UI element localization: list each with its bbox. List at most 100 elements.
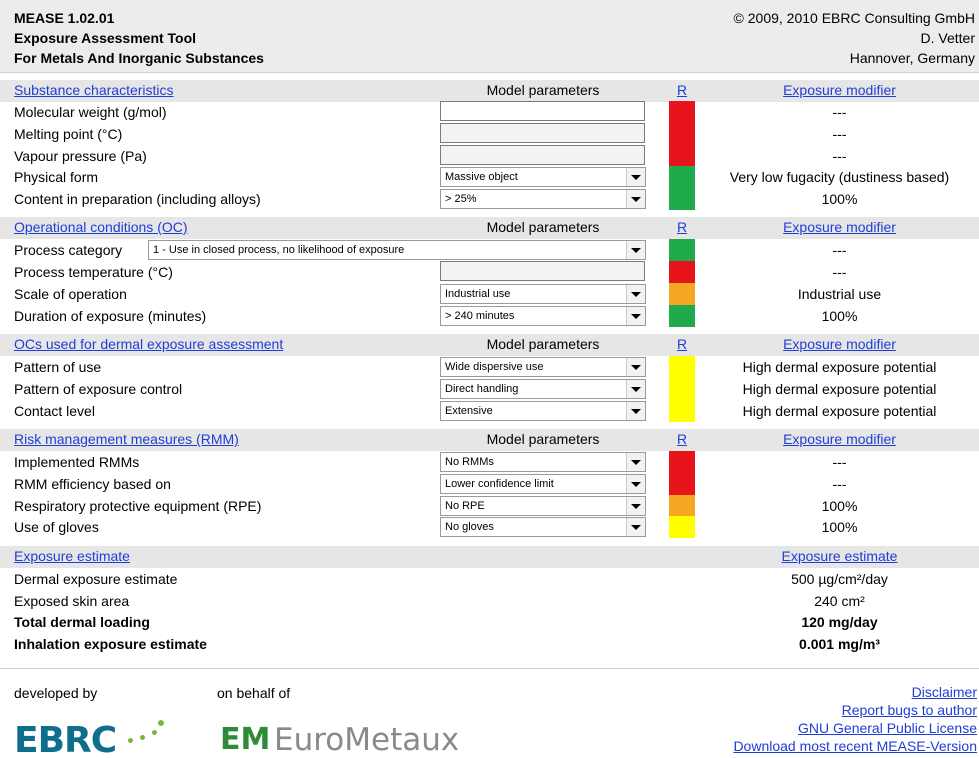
exposure-modifier-value: Very low fugacity (dustiness based) <box>729 169 950 185</box>
estimate-section-header: Exposure estimate Exposure estimate <box>0 546 979 568</box>
r-column-link[interactable]: R <box>669 82 695 98</box>
dropdown-arrow-icon[interactable] <box>626 358 645 376</box>
report-bugs-link[interactable]: Report bugs to author <box>733 701 977 719</box>
logo-dot-icon <box>140 735 145 740</box>
download-latest-link[interactable]: Download most recent MEASE-Version <box>733 737 977 755</box>
model-parameters-heading: Model parameters <box>486 219 600 235</box>
row-molecular-weight: Molecular weight (g/mol) --- <box>0 101 979 123</box>
operational-section-header: Operational conditions (OC) Model parame… <box>0 217 979 239</box>
dropdown-arrow-icon[interactable] <box>626 168 645 186</box>
dropdown-arrow-icon[interactable] <box>626 190 645 208</box>
dropdown-arrow-icon[interactable] <box>626 307 645 325</box>
gloves-select[interactable]: No gloves <box>440 517 646 537</box>
row-inhalation-estimate: Inhalation exposure estimate 0.001 mg/m³ <box>0 633 979 655</box>
logo-dot-icon <box>128 738 133 743</box>
molecular-weight-input[interactable] <box>440 101 645 121</box>
row-label: Respiratory protective equipment (RPE) <box>14 498 262 514</box>
select-value: Massive object <box>445 171 518 183</box>
footer-links: Disclaimer Report bugs to author GNU Gen… <box>733 683 977 755</box>
r-column-link[interactable]: R <box>669 336 695 352</box>
row-label: Vapour pressure (Pa) <box>14 148 147 164</box>
exposure-control-select[interactable]: Direct handling <box>440 379 646 399</box>
row-exposed-skin-area: Exposed skin area 240 cm² <box>0 590 979 612</box>
r-indicator <box>669 378 695 400</box>
r-indicator <box>669 451 695 473</box>
select-value: > 25% <box>445 193 477 205</box>
dropdown-arrow-icon[interactable] <box>626 285 645 303</box>
row-label: Inhalation exposure estimate <box>14 636 207 652</box>
row-label: Content in preparation (including alloys… <box>14 191 261 207</box>
app-name: MEASE 1.02.01 <box>14 10 115 26</box>
pattern-of-use-select[interactable]: Wide dispersive use <box>440 357 646 377</box>
exposure-modifier-value: --- <box>832 476 847 492</box>
exposure-modifier-value: --- <box>832 104 847 120</box>
content-select[interactable]: > 25% <box>440 189 646 209</box>
row-label: Dermal exposure estimate <box>14 571 178 587</box>
app-subtitle: Exposure Assessment Tool <box>14 30 197 46</box>
select-value: Industrial use <box>445 288 511 300</box>
exposure-modifier-link[interactable]: Exposure modifier <box>700 336 979 352</box>
dropdown-arrow-icon[interactable] <box>626 497 645 515</box>
select-value: Direct handling <box>445 383 519 395</box>
dropdown-arrow-icon[interactable] <box>626 453 645 471</box>
exposure-modifier-value: 100% <box>821 519 858 535</box>
vapour-pressure-input[interactable] <box>440 145 645 165</box>
gpl-license-link[interactable]: GNU General Public License <box>733 719 977 737</box>
r-indicator <box>669 145 695 167</box>
exposure-estimate-link[interactable]: Exposure estimate <box>700 548 979 564</box>
estimate-section-link[interactable]: Exposure estimate <box>14 548 130 564</box>
row-label: Use of gloves <box>14 519 99 535</box>
dropdown-arrow-icon[interactable] <box>626 475 645 493</box>
process-category-select[interactable]: 1 - Use in closed process, no likelihood… <box>148 240 646 260</box>
row-label: Exposed skin area <box>14 593 130 609</box>
row-label: Physical form <box>14 169 99 185</box>
row-label: Molecular weight (g/mol) <box>14 104 167 120</box>
header-left: MEASE 1.02.01 Exposure Assessment Tool F… <box>14 8 264 68</box>
row-implemented-rmms: Implemented RMMs No RMMs --- <box>0 451 979 473</box>
select-value: No RMMs <box>445 456 494 468</box>
melting-point-input[interactable] <box>440 123 645 143</box>
r-indicator <box>669 188 695 210</box>
dermal-section-link[interactable]: OCs used for dermal exposure assessment <box>14 336 283 352</box>
r-indicator <box>669 166 695 188</box>
rmm-section-link[interactable]: Risk management measures (RMM) <box>14 431 239 447</box>
exposure-modifier-link[interactable]: Exposure modifier <box>700 219 979 235</box>
row-label: Melting point (°C) <box>14 126 123 142</box>
disclaimer-link[interactable]: Disclaimer <box>733 683 977 701</box>
contact-level-select[interactable]: Extensive <box>440 401 646 421</box>
row-rpe: Respiratory protective equipment (RPE) N… <box>0 495 979 517</box>
select-value: Wide dispersive use <box>445 361 544 373</box>
r-column-link[interactable]: R <box>669 431 695 447</box>
rmm-efficiency-select[interactable]: Lower confidence limit <box>440 474 646 494</box>
row-process-temperature: Process temperature (°C) --- <box>0 261 979 283</box>
row-label: Process temperature (°C) <box>14 264 173 280</box>
exposure-modifier-value: 100% <box>821 498 858 514</box>
substance-section-header: Substance characteristics Model paramete… <box>0 80 979 102</box>
exposure-modifier-link[interactable]: Exposure modifier <box>700 431 979 447</box>
dropdown-arrow-icon[interactable] <box>626 518 645 536</box>
row-rmm-efficiency: RMM efficiency based on Lower confidence… <box>0 473 979 495</box>
rpe-select[interactable]: No RPE <box>440 496 646 516</box>
scale-select[interactable]: Industrial use <box>440 284 646 304</box>
model-parameters-heading: Model parameters <box>486 431 600 447</box>
substance-section-link[interactable]: Substance characteristics <box>14 82 174 98</box>
process-temperature-input[interactable] <box>440 261 645 281</box>
physical-form-select[interactable]: Massive object <box>440 167 646 187</box>
implemented-rmms-select[interactable]: No RMMs <box>440 452 646 472</box>
row-content-in-preparation: Content in preparation (including alloys… <box>0 188 979 210</box>
row-pattern-of-use: Pattern of use Wide dispersive use High … <box>0 356 979 378</box>
r-indicator <box>669 123 695 145</box>
dropdown-arrow-icon[interactable] <box>626 380 645 398</box>
select-value: Lower confidence limit <box>445 478 554 490</box>
dropdown-arrow-icon[interactable] <box>626 402 645 420</box>
exposure-modifier-value: High dermal exposure potential <box>742 403 937 419</box>
row-label: Pattern of use <box>14 359 102 375</box>
exposure-modifier-value: Industrial use <box>797 286 882 302</box>
operational-section-link[interactable]: Operational conditions (OC) <box>14 219 188 235</box>
duration-select[interactable]: > 240 minutes <box>440 306 646 326</box>
dropdown-arrow-icon[interactable] <box>626 241 645 259</box>
exposure-modifier-link[interactable]: Exposure modifier <box>700 82 979 98</box>
r-column-link[interactable]: R <box>669 219 695 235</box>
header-right: © 2009, 2010 EBRC Consulting GmbH D. Vet… <box>734 8 975 68</box>
model-parameters-heading: Model parameters <box>486 82 600 98</box>
